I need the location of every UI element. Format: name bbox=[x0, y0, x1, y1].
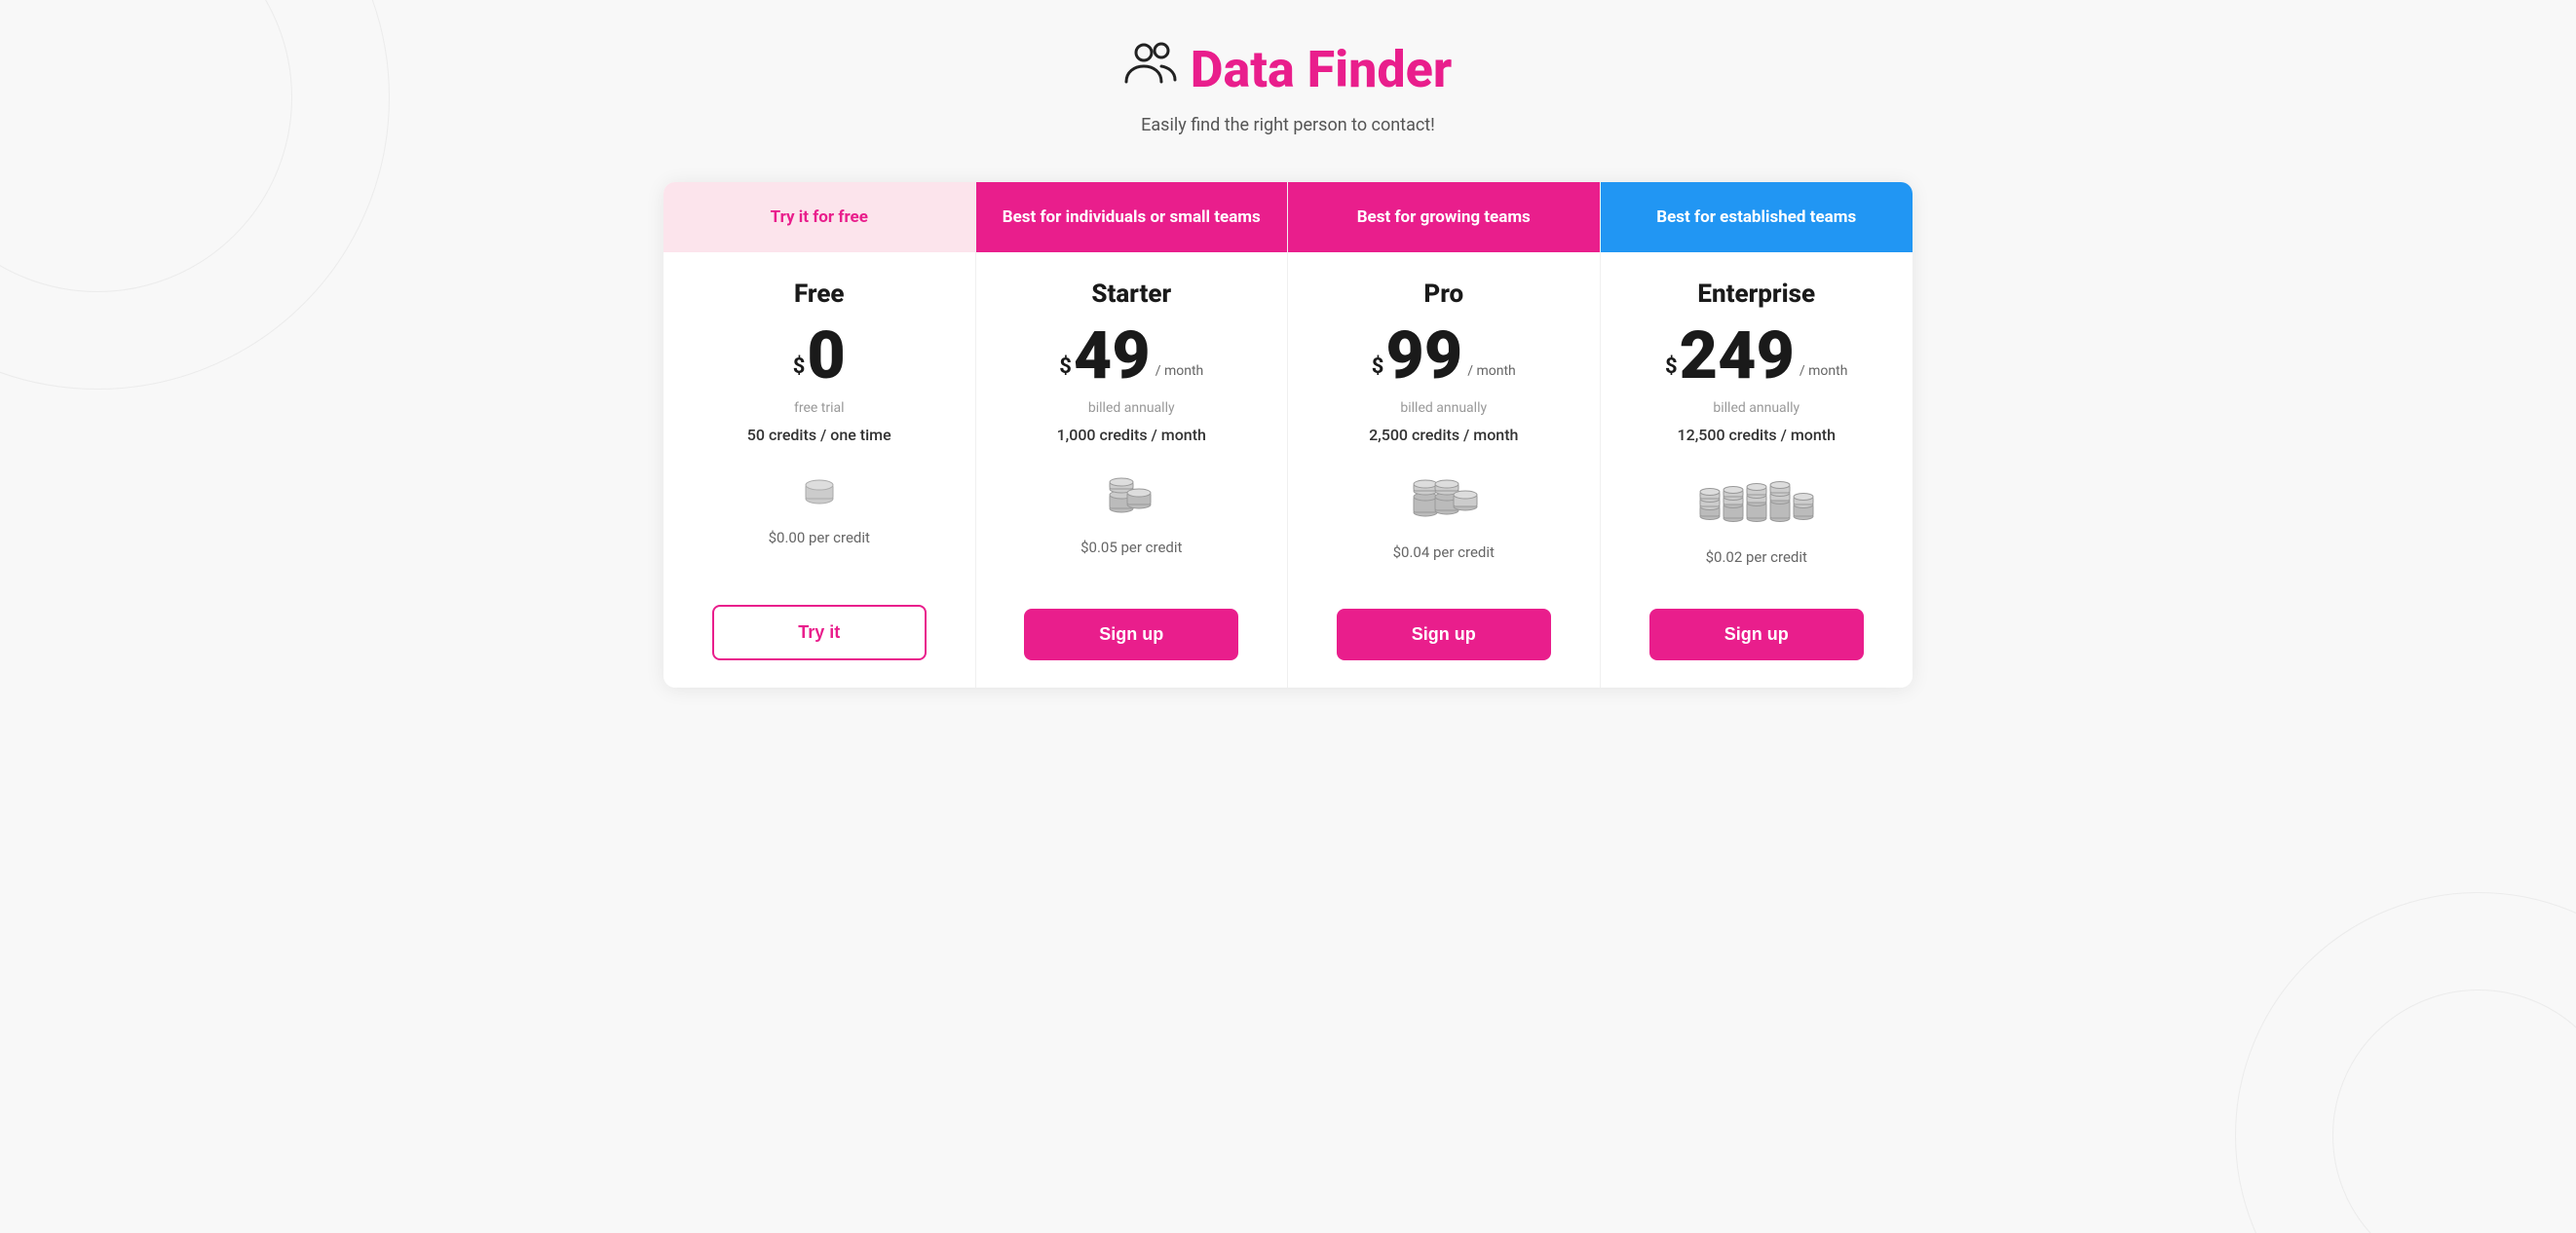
plan-cta-button-pro[interactable]: Sign up bbox=[1337, 609, 1551, 660]
plan-name: Starter bbox=[1091, 280, 1171, 309]
plan-body-pro: Pro $ 99 / month billed annually 2,500 c… bbox=[1288, 252, 1600, 593]
price-period: / month bbox=[1467, 363, 1516, 379]
price-amount: 49 bbox=[1074, 322, 1151, 389]
plan-credits: 50 credits / one time bbox=[747, 426, 891, 444]
logo-container: Data Finder bbox=[663, 39, 1913, 99]
plan-credits: 2,500 credits / month bbox=[1369, 426, 1518, 444]
plan-header-free: Try it for free bbox=[663, 182, 975, 252]
logo-icon bbox=[1124, 39, 1179, 99]
price-per-credit: $0.05 per credit bbox=[1080, 539, 1182, 556]
plan-billing: free trial bbox=[794, 400, 845, 416]
plan-name: Free bbox=[794, 280, 845, 309]
price-dollar: $ bbox=[1372, 355, 1384, 379]
plan-card-free: Try it for free Free $ 0 free trial 50 c… bbox=[663, 182, 976, 688]
plan-card-enterprise: Best for established teams Enterprise $ … bbox=[1601, 182, 1913, 688]
price-per-credit: $0.04 per credit bbox=[1393, 543, 1495, 561]
plan-name: Enterprise bbox=[1697, 280, 1815, 309]
plan-card-starter: Best for individuals or small teams Star… bbox=[976, 182, 1289, 688]
coins-icon bbox=[1698, 475, 1815, 529]
page-subtitle: Easily find the right person to contact! bbox=[663, 115, 1913, 135]
plan-footer-enterprise: Sign up bbox=[1601, 593, 1913, 688]
coins-icon bbox=[1410, 475, 1478, 524]
plan-footer-free: Try it bbox=[663, 589, 975, 688]
plan-body-enterprise: Enterprise $ 249 / month billed annually… bbox=[1601, 252, 1913, 593]
plan-header-pro: Best for growing teams bbox=[1288, 182, 1600, 252]
plan-card-pro: Best for growing teams Pro $ 99 / month … bbox=[1288, 182, 1601, 688]
plan-cta-button-free[interactable]: Try it bbox=[712, 605, 927, 660]
plan-price: $ 99 / month bbox=[1372, 322, 1516, 389]
plan-billing: billed annually bbox=[1400, 400, 1487, 416]
price-dollar: $ bbox=[793, 355, 806, 379]
page-header: Data Finder Easily find the right person… bbox=[663, 39, 1913, 135]
plan-billing: billed annually bbox=[1088, 400, 1175, 416]
price-dollar: $ bbox=[1665, 355, 1678, 379]
coins-icon bbox=[800, 475, 839, 509]
plan-name: Pro bbox=[1423, 280, 1463, 309]
plan-footer-starter: Sign up bbox=[976, 593, 1288, 688]
plan-header-label: Best for growing teams bbox=[1357, 207, 1531, 227]
plan-cta-button-enterprise[interactable]: Sign up bbox=[1649, 609, 1864, 660]
plan-price: $ 49 / month bbox=[1059, 322, 1203, 389]
plan-header-enterprise: Best for established teams bbox=[1601, 182, 1913, 252]
price-amount: 0 bbox=[807, 322, 845, 389]
plan-price: $ 249 / month bbox=[1665, 322, 1847, 389]
price-dollar: $ bbox=[1059, 355, 1072, 379]
plan-billing: billed annually bbox=[1713, 400, 1799, 416]
plan-body-free: Free $ 0 free trial 50 credits / one tim… bbox=[663, 252, 975, 589]
plan-cta-button-starter[interactable]: Sign up bbox=[1024, 609, 1238, 660]
price-per-credit: $0.02 per credit bbox=[1706, 548, 1807, 566]
plans-grid: Try it for free Free $ 0 free trial 50 c… bbox=[663, 182, 1913, 688]
price-period: / month bbox=[1799, 363, 1848, 379]
plan-header-starter: Best for individuals or small teams bbox=[976, 182, 1288, 252]
plan-price: $ 0 bbox=[793, 322, 846, 389]
page-title: Data Finder bbox=[1191, 40, 1452, 99]
plan-header-label: Best for established teams bbox=[1656, 207, 1856, 227]
price-period: / month bbox=[1155, 363, 1204, 379]
price-per-credit: $0.00 per credit bbox=[769, 529, 870, 546]
plan-header-label: Best for individuals or small teams bbox=[1003, 207, 1261, 227]
plan-body-starter: Starter $ 49 / month billed annually 1,0… bbox=[976, 252, 1288, 593]
plan-credits: 1,000 credits / month bbox=[1057, 426, 1206, 444]
price-amount: 249 bbox=[1680, 322, 1795, 389]
plan-footer-pro: Sign up bbox=[1288, 593, 1600, 688]
price-amount: 99 bbox=[1385, 322, 1462, 389]
coins-icon bbox=[1102, 475, 1160, 519]
plan-header-label: Try it for free bbox=[771, 207, 868, 227]
plan-credits: 12,500 credits / month bbox=[1678, 426, 1836, 444]
